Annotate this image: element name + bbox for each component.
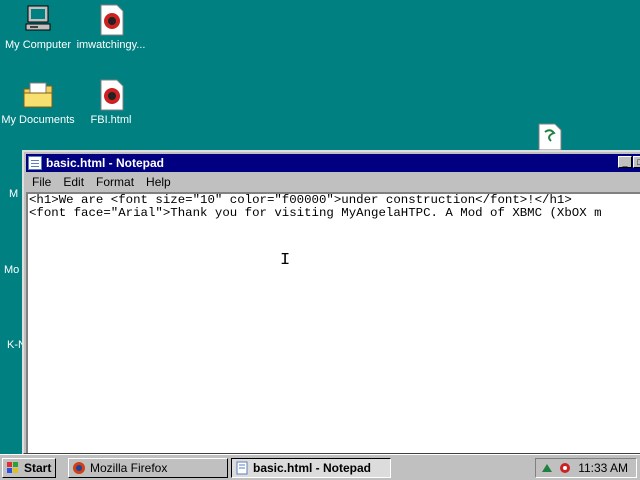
script-file-icon	[538, 123, 562, 151]
html-document-icon	[95, 79, 127, 111]
notepad-window: basic.html - Notepad _ □ File Edit Forma…	[22, 150, 640, 455]
menu-edit[interactable]: Edit	[57, 175, 90, 189]
start-label: Start	[24, 461, 52, 475]
ibeam-cursor-icon: I	[280, 251, 291, 270]
network-tray-icon[interactable]	[540, 461, 554, 475]
html-document-icon	[95, 4, 127, 36]
desktop-icon-label-partial: Mo	[4, 264, 20, 276]
notepad-icon	[235, 461, 249, 475]
windows-logo-icon	[6, 461, 20, 475]
taskbar-item-label: Mozilla Firefox	[90, 461, 168, 475]
desktop-icon-label: imwatchingy...	[76, 39, 146, 51]
start-button[interactable]: Start	[2, 458, 56, 478]
notepad-icon	[28, 156, 42, 170]
folder-icon	[22, 79, 54, 111]
maximize-button[interactable]: □	[633, 156, 640, 168]
taskbar-item-notepad[interactable]: basic.html - Notepad	[231, 458, 391, 478]
desktop-icon-label-partial: M	[9, 188, 19, 200]
taskbar-item-label: basic.html - Notepad	[253, 461, 372, 475]
computer-icon	[22, 4, 54, 36]
taskbar: Start Mozilla Firefox basic.html - Notep…	[0, 454, 640, 480]
system-tray: 11:33 AM	[535, 458, 637, 478]
imwatchingy-desktop-icon[interactable]: imwatchingy...	[66, 4, 156, 51]
menu-file[interactable]: File	[26, 175, 57, 189]
antivirus-tray-icon[interactable]	[558, 461, 572, 475]
menu-format[interactable]: Format	[90, 175, 140, 189]
minimize-button[interactable]: _	[618, 156, 632, 168]
window-title: basic.html - Notepad	[46, 156, 165, 170]
firefox-icon	[72, 461, 86, 475]
clock[interactable]: 11:33 AM	[578, 461, 628, 475]
text-line: <font face="Arial">Thank you for visitin…	[29, 206, 602, 220]
desktop-icon-label: FBI.html	[90, 114, 132, 126]
fbi-html-desktop-icon[interactable]: FBI.html	[66, 79, 156, 126]
script-file-desktop-icon[interactable]	[536, 122, 564, 151]
title-bar[interactable]: basic.html - Notepad _ □	[26, 154, 640, 172]
menu-help[interactable]: Help	[140, 175, 177, 189]
menu-bar: File Edit Format Help	[26, 173, 640, 191]
text-editor-area[interactable]: <h1>We are <font size="10" color="f00000…	[26, 192, 640, 453]
taskbar-item-firefox[interactable]: Mozilla Firefox	[68, 458, 228, 478]
